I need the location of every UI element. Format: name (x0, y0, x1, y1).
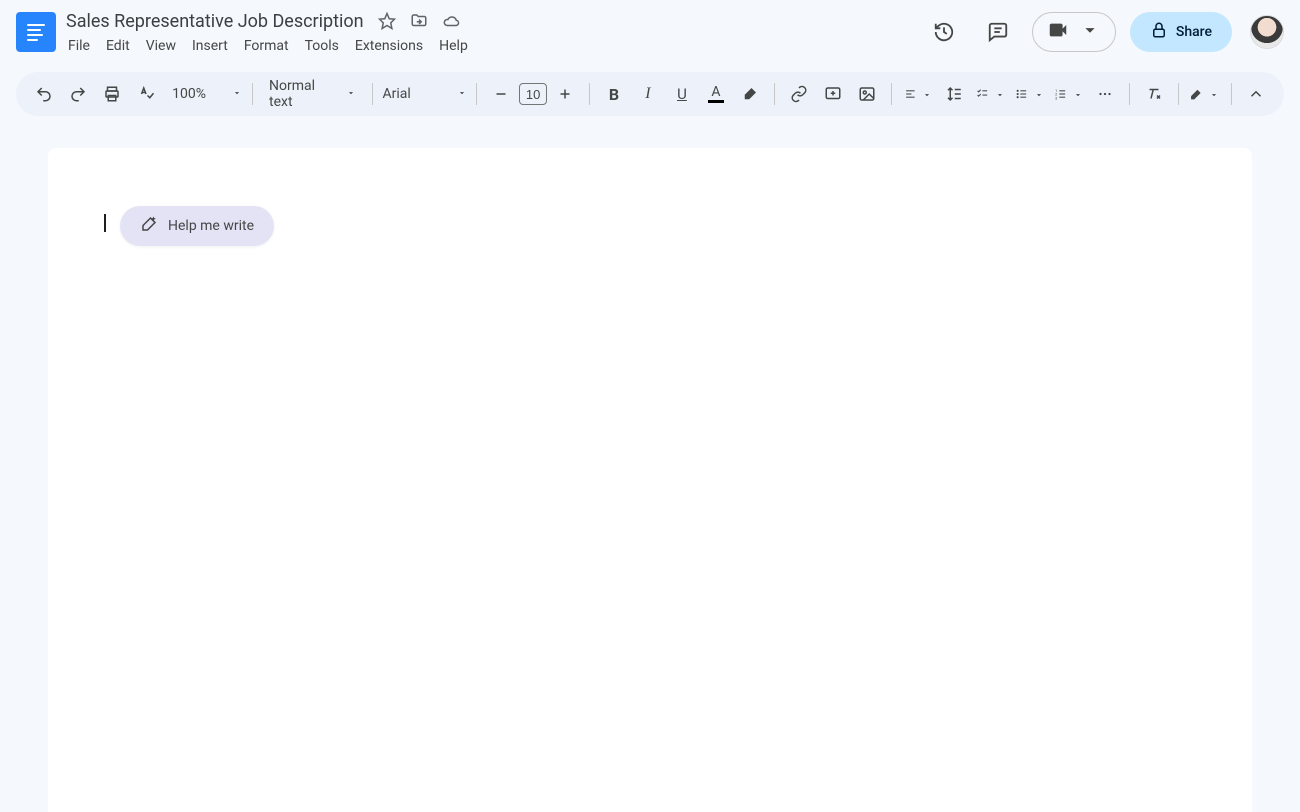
underline-button[interactable]: U (666, 78, 698, 110)
add-comment-button[interactable] (817, 78, 849, 110)
menu-help[interactable]: Help (431, 36, 476, 58)
numbered-list-button[interactable]: 123 (1050, 78, 1087, 110)
editing-mode-button[interactable] (1186, 78, 1223, 110)
text-color-button[interactable]: A (700, 78, 732, 110)
more-options-button[interactable] (1089, 78, 1121, 110)
chevron-down-icon (1079, 19, 1101, 45)
chevron-down-icon (346, 86, 356, 102)
paragraph-style-select[interactable]: Normal text (261, 78, 364, 110)
share-button[interactable]: Share (1130, 12, 1232, 52)
menu-insert[interactable]: Insert (184, 36, 236, 58)
menu-edit[interactable]: Edit (98, 36, 138, 58)
meet-button[interactable] (1032, 12, 1116, 52)
star-icon[interactable] (378, 12, 396, 30)
paragraph-style-value: Normal text (269, 78, 326, 110)
pencil-sparkle-icon (140, 215, 158, 237)
hide-menus-button[interactable] (1240, 78, 1272, 110)
chevron-down-icon (457, 86, 467, 102)
font-size-decrease[interactable] (485, 78, 517, 110)
toolbar-separator (1178, 83, 1179, 105)
toolbar-separator (476, 83, 477, 105)
lock-icon (1150, 21, 1168, 43)
chevron-down-icon (1209, 85, 1219, 104)
menu-tools[interactable]: Tools (297, 36, 347, 58)
font-family-select[interactable]: Arial (381, 78, 468, 110)
chevron-down-icon (1073, 85, 1083, 104)
formatting-toolbar: 100% Normal text Arial B I U A (16, 72, 1284, 116)
toolbar-separator (1231, 83, 1232, 105)
font-size-increase[interactable] (549, 78, 581, 110)
zoom-select[interactable]: 100% (164, 78, 244, 110)
checklist-button[interactable] (972, 78, 1009, 110)
cloud-status-icon[interactable] (442, 12, 460, 30)
menu-view[interactable]: View (138, 36, 184, 58)
comments-icon[interactable] (978, 12, 1018, 52)
bulleted-list-button[interactable] (1011, 78, 1048, 110)
canvas-area: Help me write (0, 116, 1300, 812)
app-header: Sales Representative Job Description Fil… (0, 0, 1300, 64)
account-avatar[interactable] (1250, 15, 1284, 49)
toolbar-separator (774, 83, 775, 105)
menu-extensions[interactable]: Extensions (347, 36, 431, 58)
insert-image-button[interactable] (851, 78, 883, 110)
redo-button[interactable] (62, 78, 94, 110)
text-color-swatch (708, 100, 724, 103)
font-family-value: Arial (382, 86, 410, 102)
document-page[interactable]: Help me write (48, 148, 1252, 812)
text-cursor (104, 214, 106, 232)
toolbar-separator (252, 83, 253, 105)
font-size-input[interactable] (519, 83, 547, 105)
help-me-write-button[interactable]: Help me write (120, 206, 274, 246)
highlight-color-button[interactable] (734, 78, 766, 110)
help-me-write-label: Help me write (168, 218, 254, 234)
chevron-down-icon (1034, 85, 1044, 104)
insert-link-button[interactable] (783, 78, 815, 110)
svg-text:3: 3 (1055, 96, 1057, 100)
italic-button[interactable]: I (632, 78, 664, 110)
undo-button[interactable] (28, 78, 60, 110)
title-row: Sales Representative Job Description (66, 8, 476, 34)
version-history-icon[interactable] (924, 12, 964, 52)
toolbar-separator (1129, 83, 1130, 105)
chevron-down-icon (232, 86, 242, 102)
header-actions: Share (924, 12, 1284, 52)
zoom-value: 100% (166, 86, 212, 102)
toolbar-separator (589, 83, 590, 105)
print-button[interactable] (96, 78, 128, 110)
menu-bar: File Edit View Insert Format Tools Exten… (66, 36, 476, 58)
share-label: Share (1176, 24, 1212, 40)
clear-formatting-button[interactable] (1138, 78, 1170, 110)
docs-app-icon[interactable] (16, 12, 56, 52)
bold-button[interactable]: B (598, 78, 630, 110)
line-spacing-button[interactable] (938, 78, 970, 110)
align-button[interactable] (900, 78, 937, 110)
docs-app-icon-glyph (27, 24, 45, 41)
chevron-down-icon (995, 85, 1005, 104)
title-area: Sales Representative Job Description Fil… (66, 8, 476, 58)
menu-file[interactable]: File (66, 36, 98, 58)
chevron-down-icon (922, 85, 932, 104)
videocam-icon (1047, 19, 1069, 45)
document-title[interactable]: Sales Representative Job Description (66, 11, 364, 32)
move-icon[interactable] (410, 12, 428, 30)
toolbar-separator (372, 83, 373, 105)
spellcheck-button[interactable] (130, 78, 162, 110)
toolbar-separator (891, 83, 892, 105)
menu-format[interactable]: Format (236, 36, 297, 58)
